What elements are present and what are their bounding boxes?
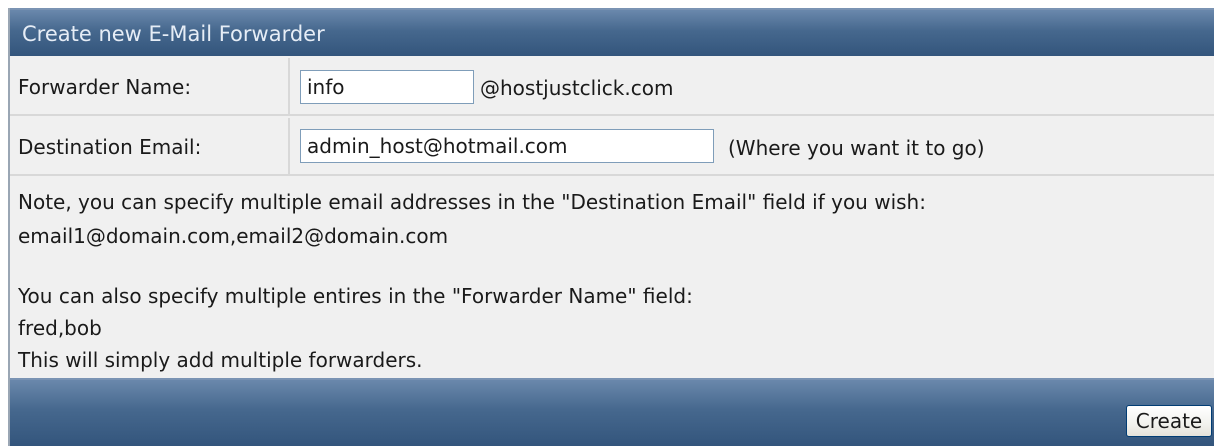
destination-email-row: Destination Email: (Where you want it to… [10,118,1214,176]
column-divider [288,58,290,114]
create-button[interactable]: Create [1126,405,1212,437]
note-result: This will simply add multiple forwarders… [18,348,423,372]
column-divider [288,118,290,174]
help-notes: Note, you can specify multiple email add… [10,178,1214,378]
panel-header: Create new E-Mail Forwarder [10,8,1214,56]
forwarder-name-input[interactable] [300,70,474,104]
note-multiple-destinations: Note, you can specify multiple email add… [18,190,926,214]
domain-suffix: @hostjustclick.com [480,76,674,100]
forwarder-name-label: Forwarder Name: [18,75,192,99]
note-destination-example: email1@domain.com,email2@domain.com [18,224,449,248]
panel-title: Create new E-Mail Forwarder [22,22,325,46]
note-multiple-forwarders: You can also specify multiple entires in… [18,284,693,308]
destination-email-input[interactable] [300,129,714,163]
create-forwarder-panel: Create new E-Mail Forwarder Forwarder Na… [8,8,1214,446]
destination-email-label: Destination Email: [18,135,202,159]
destination-hint: (Where you want it to go) [728,136,985,160]
panel-footer: Create [10,378,1214,446]
note-forwarder-example: fred,bob [18,316,102,340]
forwarder-name-row: Forwarder Name: @hostjustclick.com [10,58,1214,116]
